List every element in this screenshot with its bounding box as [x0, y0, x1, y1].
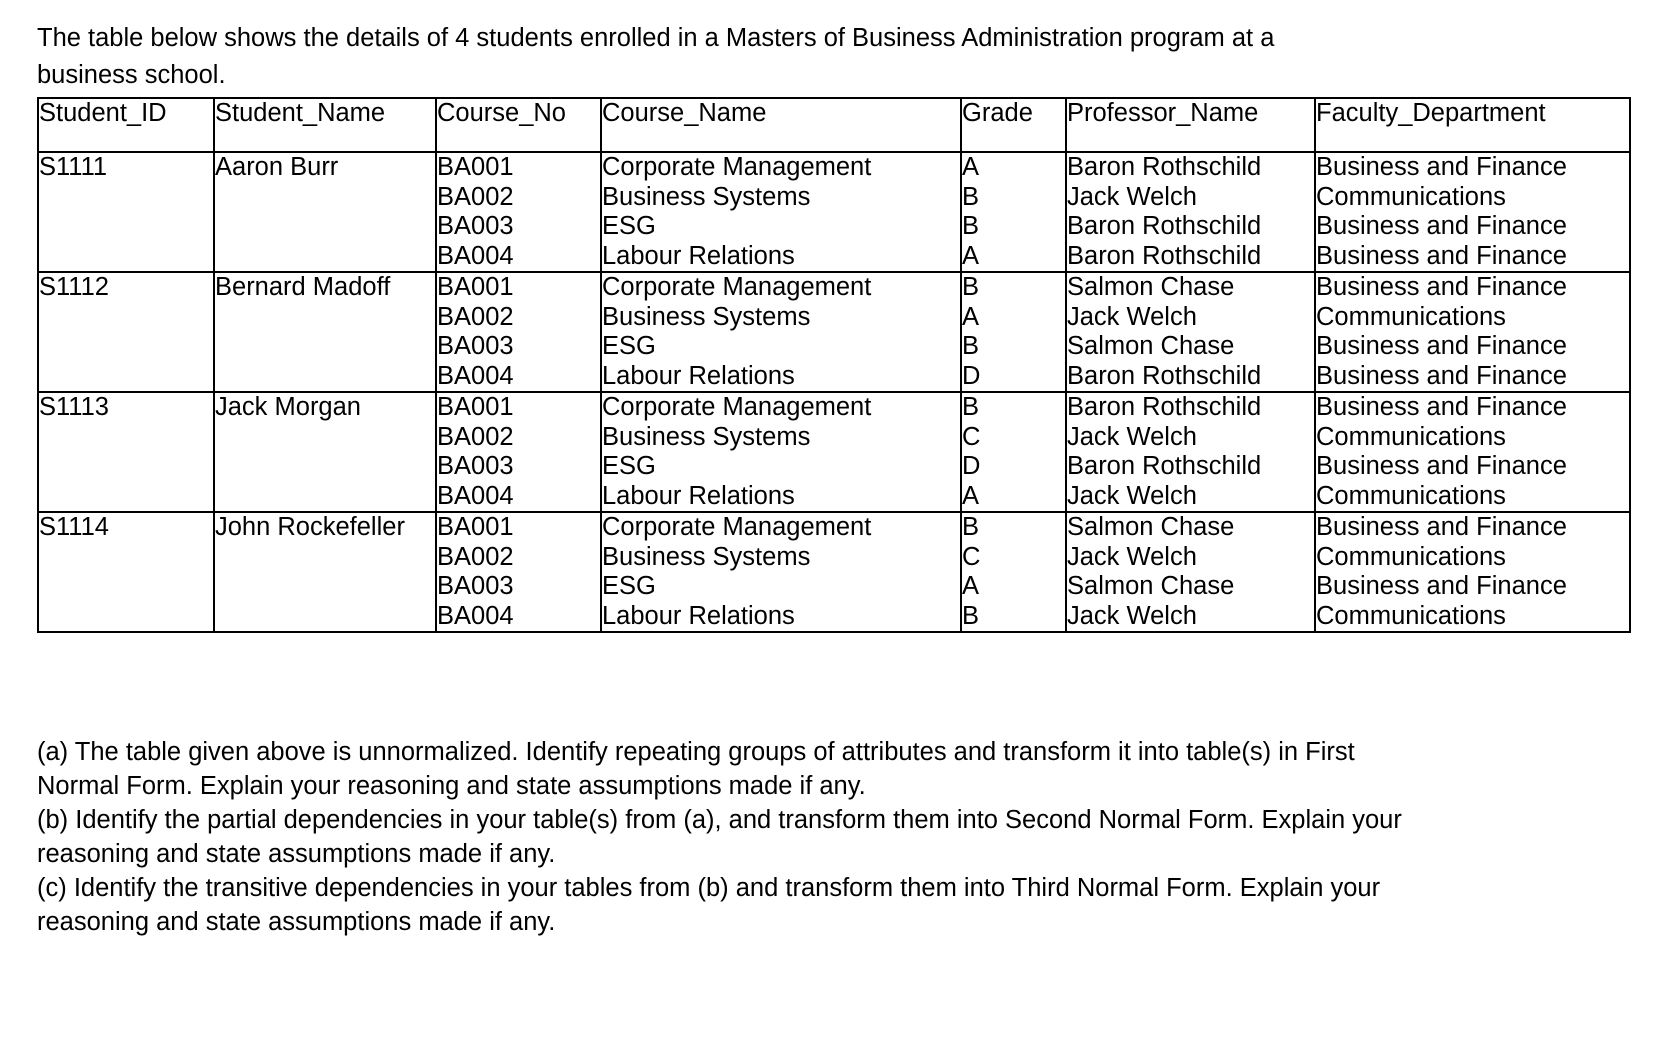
question-c: (c) Identify the transitive dependencies…: [37, 874, 1381, 936]
cell-course-name: Corporate Management Business Systems ESG L…: [600, 151, 962, 273]
cell-course-name: Corporate Management Business Systems ESG L…: [600, 511, 962, 633]
column-header-grade: Grade: [960, 97, 1067, 153]
cell-student-name: John Rockefeller: [213, 511, 437, 633]
cell-professor-name: Salmon Chase Jack Welch Salmon Chase Baron …: [1065, 271, 1316, 393]
table-header-row: Student_ID Student_Name Course_No Course…: [37, 97, 1631, 153]
cell-faculty-department: Business and Finance Communications Busine…: [1314, 391, 1631, 513]
table-row: S1113 Jack Morgan BA001 BA002 BA003 BA004 C…: [37, 391, 1631, 513]
student-enrollment-table: Student_ID Student_Name Course_No Course…: [37, 97, 1631, 633]
cell-student-name: Aaron Burr: [213, 151, 437, 273]
table-header: Student_ID Student_Name Course_No Course…: [37, 97, 1631, 153]
table-row: S1114 John Rockefeller BA001 BA002 BA003 BA…: [37, 511, 1631, 633]
cell-professor-name: Salmon Chase Jack Welch Salmon Chase Jack W…: [1065, 511, 1316, 633]
column-header-course-name: Course_Name: [600, 97, 962, 153]
table-row: S1112 Bernard Madoff BA001 BA002 BA003 BA00…: [37, 271, 1631, 393]
cell-course-name: Corporate Management Business Systems ESG L…: [600, 271, 962, 393]
cell-faculty-department: Business and Finance Communications Busine…: [1314, 511, 1631, 633]
cell-faculty-department: Business and Finance Communications Busine…: [1314, 271, 1631, 393]
cell-course-name: Corporate Management Business Systems ESG L…: [600, 391, 962, 513]
cell-course-no: BA001 BA002 BA003 BA004: [435, 151, 602, 273]
table-body: S1111 Aaron Burr BA001 BA002 BA003 BA004 Co…: [37, 151, 1631, 633]
cell-grade: BCDA: [960, 391, 1067, 513]
column-header-course-no: Course_No: [435, 97, 602, 153]
cell-student-name: Jack Morgan: [213, 391, 437, 513]
question-a: (a) The table given above is unnormalize…: [37, 738, 1355, 800]
cell-student-id: S1111: [37, 151, 215, 273]
cell-student-name: Bernard Madoff: [213, 271, 437, 393]
cell-student-id: S1112: [37, 271, 215, 393]
cell-grade: BABD: [960, 271, 1067, 393]
cell-professor-name: Baron Rothschild Jack Welch Baron Rothschi…: [1065, 151, 1316, 273]
cell-course-no: BA001 BA002 BA003 BA004: [435, 271, 602, 393]
column-header-professor-name: Professor_Name: [1065, 97, 1316, 153]
cell-faculty-department: Business and Finance Communications Busine…: [1314, 151, 1631, 273]
cell-professor-name: Baron Rothschild Jack Welch Baron Rothschi…: [1065, 391, 1316, 513]
column-header-student-id: Student_ID: [37, 97, 215, 153]
column-header-faculty-department: Faculty_Department: [1314, 97, 1631, 153]
cell-course-no: BA001 BA002 BA003 BA004: [435, 391, 602, 513]
document-page: The table below shows the details of 4 s…: [0, 0, 1662, 1040]
cell-student-id: S1114: [37, 511, 215, 633]
intro-paragraph: The table below shows the details of 4 s…: [37, 24, 1275, 89]
cell-course-no: BA001 BA002 BA003 BA004: [435, 511, 602, 633]
question-b: (b) Identify the partial dependencies in…: [37, 806, 1402, 868]
column-header-student-name: Student_Name: [213, 97, 437, 153]
cell-student-id: S1113: [37, 391, 215, 513]
cell-grade: ABBA: [960, 151, 1067, 273]
table-row: S1111 Aaron Burr BA001 BA002 BA003 BA004 Co…: [37, 151, 1631, 273]
questions-block: (a) The table given above is unnormalize…: [37, 735, 1437, 939]
cell-grade: BCAB: [960, 511, 1067, 633]
